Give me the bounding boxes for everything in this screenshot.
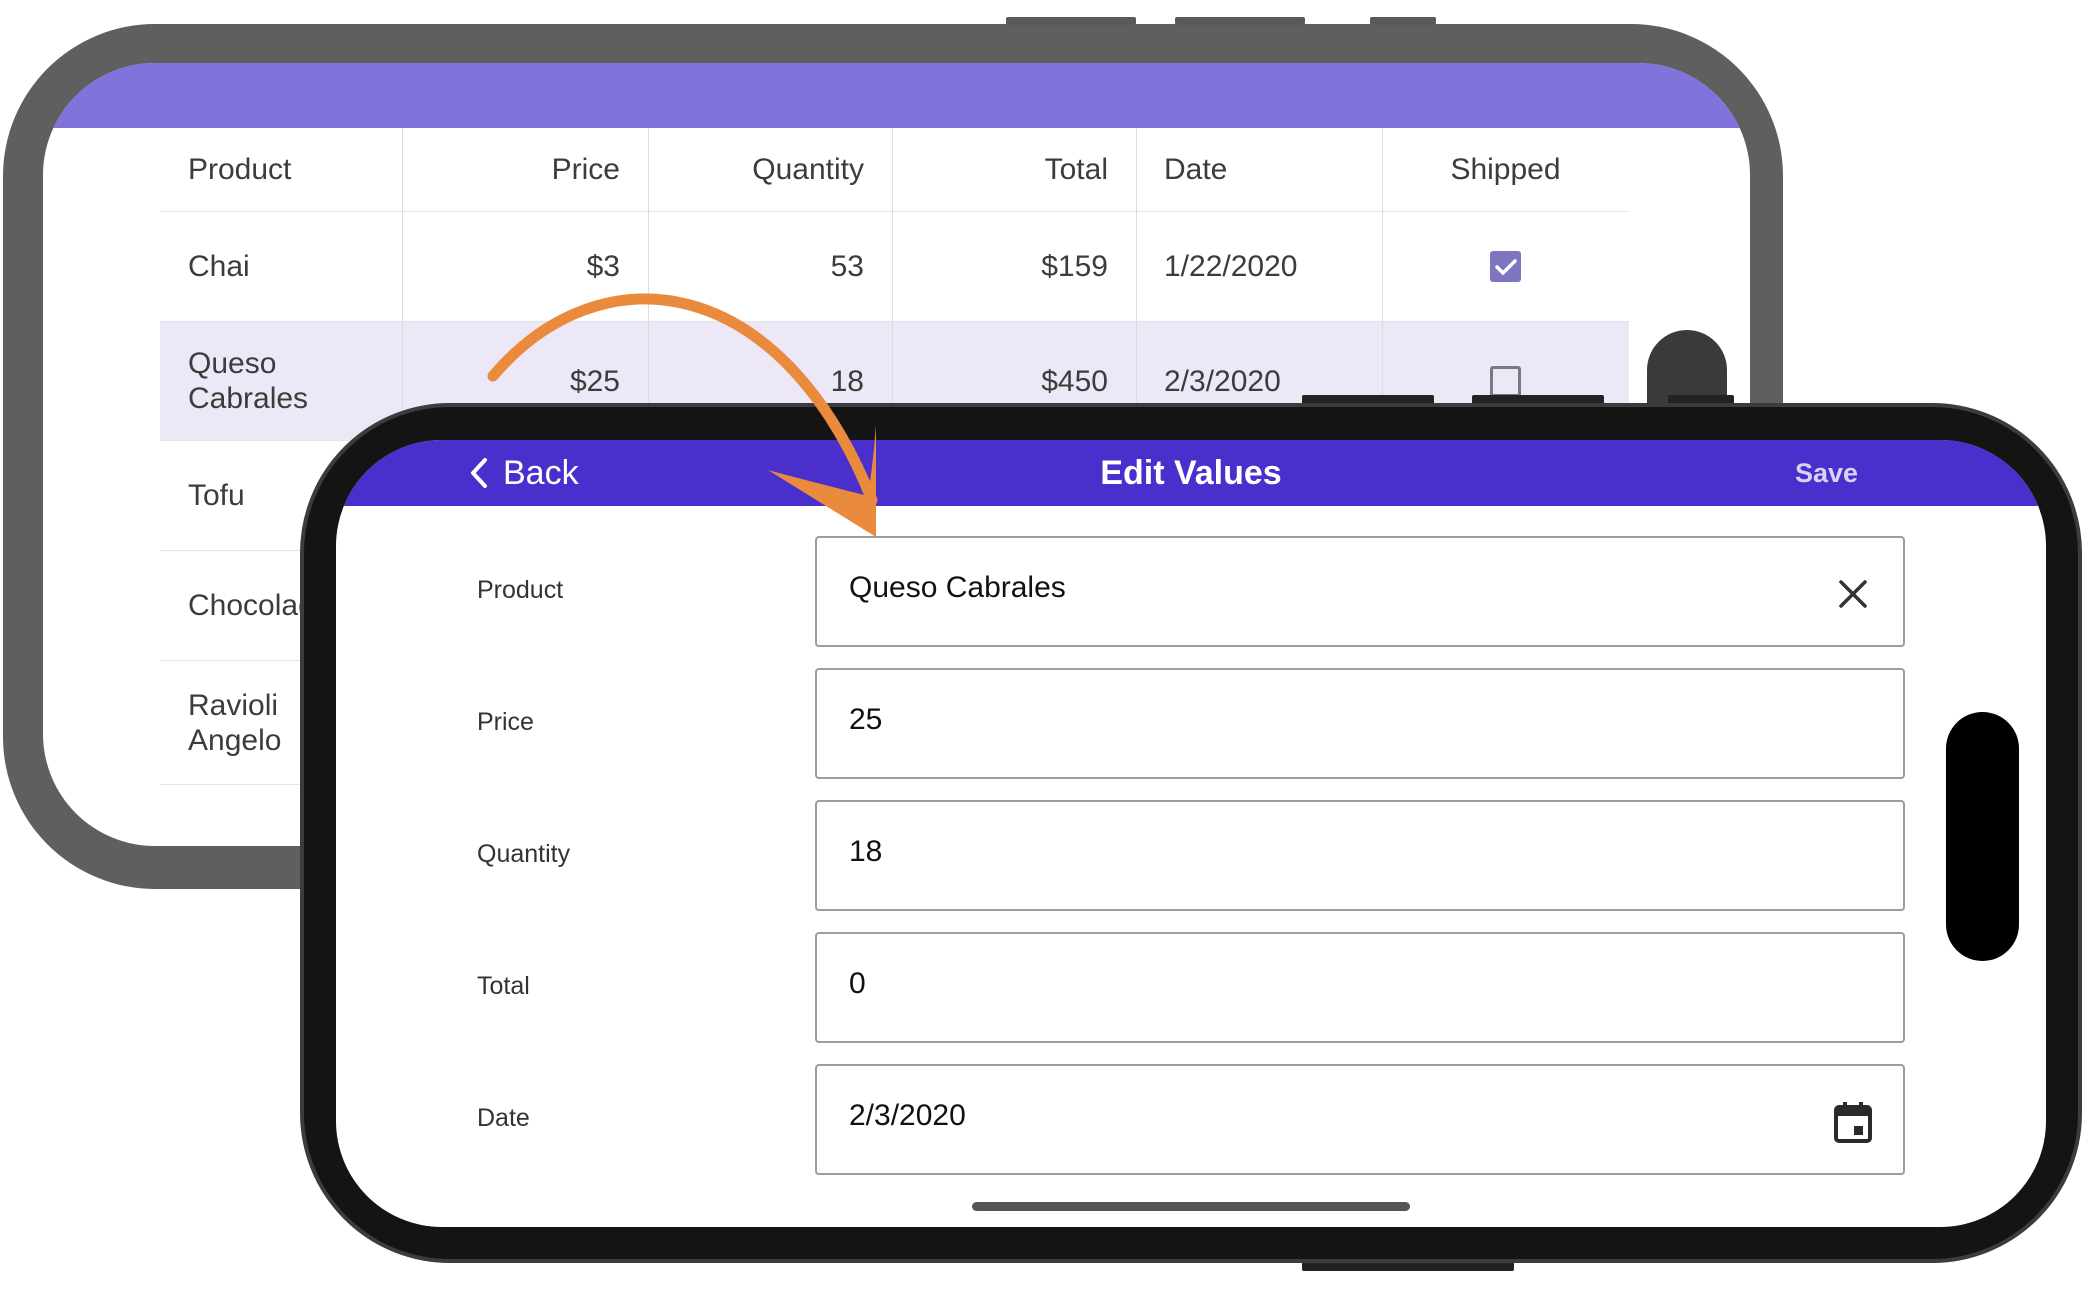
column-header-price[interactable]: Price [402,128,648,211]
side-button [1302,1262,1514,1271]
date-picker[interactable]: 2/3/2020 [815,1064,1905,1175]
home-indicator [972,1202,1410,1211]
product-input[interactable]: Queso Cabrales [815,536,1905,647]
cell-shipped [1382,212,1629,321]
grid-header-row: Product Price Quantity Total Date Shippe… [160,128,1629,212]
product-input-value: Queso Cabrales [849,571,1066,604]
grid-header-bar [43,63,1750,128]
clear-icon[interactable] [1833,572,1873,616]
date-label: Date [477,1104,530,1132]
navigation-bar: Back Edit Values Save [336,440,2046,506]
quantity-input-value: 18 [849,835,883,868]
edit-screen: Back Edit Values Save Product Queso Cabr… [336,440,2046,1227]
price-input-value: 25 [849,703,883,736]
total-label: Total [477,972,530,1000]
cell-price: $3 [586,250,620,283]
cell-product: Chai [188,250,250,283]
cell-quantity: 53 [830,250,864,283]
quantity-input[interactable]: 18 [815,800,1905,911]
column-header-quantity[interactable]: Quantity [648,128,892,211]
checkmark-icon [1494,258,1517,275]
cell-product: Queso Cabrales [188,347,309,415]
cell-total: $159 [1041,250,1108,283]
total-input[interactable]: 0 [815,932,1905,1043]
date-picker-value: 2/3/2020 [849,1099,966,1132]
product-label: Product [477,576,564,604]
column-header-shipped[interactable]: Shipped [1382,128,1629,211]
total-input-value: 0 [849,967,866,1000]
price-label: Price [477,708,534,736]
volume-button [1006,17,1136,25]
camera-island [1946,712,2019,961]
column-header-date[interactable]: Date [1136,128,1382,211]
calendar-icon[interactable] [1833,1100,1873,1144]
quantity-label: Quantity [477,840,571,868]
cell-date: 1/22/2020 [1164,250,1298,283]
table-row[interactable]: Chai $3 53 $159 1/22/2020 [160,212,1629,322]
shipped-checkbox-checked[interactable] [1490,251,1521,282]
save-button[interactable]: Save [1795,440,1858,506]
column-header-product[interactable]: Product [160,128,402,211]
page-title: Edit Values [1100,454,1282,492]
power-button [1370,17,1436,25]
column-header-total[interactable]: Total [892,128,1136,211]
price-input[interactable]: 25 [815,668,1905,779]
shipped-checkbox-unchecked[interactable] [1490,365,1521,397]
volume-button [1175,17,1305,25]
